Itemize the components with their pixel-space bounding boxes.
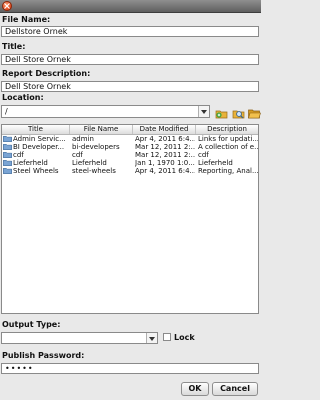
cell-date-modified: Jan 1, 1970 1:0... xyxy=(135,159,195,167)
cell-title: Lieferheld xyxy=(13,159,48,167)
location-value: / xyxy=(5,107,8,116)
cell-file-name: admin xyxy=(72,135,94,143)
cell-date-modified: Apr 4, 2011 6:4... xyxy=(135,135,195,143)
output-type-dropdown-arrow[interactable] xyxy=(146,333,157,343)
column-header-file-name[interactable]: File Name xyxy=(70,125,133,134)
column-header-title[interactable]: Title xyxy=(2,125,70,134)
search-folder-icon[interactable] xyxy=(232,107,245,120)
cell-description: A collection of e... xyxy=(198,143,258,151)
cell-title: cdf xyxy=(13,151,24,159)
column-header-date-modified[interactable]: Date Modified xyxy=(133,125,196,134)
cell-date-modified: Mar 12, 2011 2:... xyxy=(135,143,195,151)
report-description-field[interactable]: Dell Store Ornek xyxy=(1,81,259,92)
column-header-description[interactable]: Description xyxy=(196,125,258,134)
title-field[interactable]: Dell Store Ornek xyxy=(1,54,259,65)
location-combo[interactable]: / xyxy=(1,105,210,118)
add-folder-icon[interactable] xyxy=(215,107,228,120)
output-type-combo[interactable] xyxy=(1,332,158,344)
publish-password-field[interactable]: ••••• xyxy=(1,363,259,374)
close-button[interactable] xyxy=(2,1,12,11)
file-name-label: File Name: xyxy=(2,15,51,24)
chevron-down-icon xyxy=(201,110,207,114)
cell-description: cdf xyxy=(198,151,209,159)
cell-title: Admin Servic... xyxy=(13,135,66,143)
close-icon xyxy=(4,3,10,9)
cell-date-modified: Mar 12, 2011 2:... xyxy=(135,151,195,159)
cell-file-name: cdf xyxy=(72,151,83,159)
lock-checkbox[interactable] xyxy=(163,333,171,341)
cell-date-modified: Apr 4, 2011 6:4... xyxy=(135,167,195,175)
folder-icon xyxy=(3,160,12,166)
table-row[interactable]: BI Developer... bi-developers Mar 12, 20… xyxy=(2,143,258,151)
folder-icon xyxy=(3,168,12,174)
title-label: Title: xyxy=(2,42,26,51)
table-row[interactable]: Steel Wheels steel-wheels Apr 4, 2011 6:… xyxy=(2,167,258,175)
publish-password-label: Publish Password: xyxy=(2,351,85,360)
cell-description: Links for updati... xyxy=(198,135,258,143)
cell-description: Reporting, Anal... xyxy=(198,167,258,175)
chevron-down-icon xyxy=(149,337,155,341)
lock-label: Lock xyxy=(174,333,195,342)
open-folder-icon[interactable] xyxy=(248,107,261,120)
output-type-label: Output Type: xyxy=(2,320,61,329)
cell-title: BI Developer... xyxy=(13,143,65,151)
cell-description: Lieferheld xyxy=(198,159,233,167)
table-row[interactable]: cdf cdf Mar 12, 2011 2:... cdf xyxy=(2,151,258,159)
cell-title: Steel Wheels xyxy=(13,167,59,175)
cancel-button[interactable]: Cancel xyxy=(212,382,258,396)
table-header: Title File Name Date Modified Descriptio… xyxy=(2,125,258,135)
folder-icon xyxy=(3,144,12,150)
cell-file-name: Lieferheld xyxy=(72,159,107,167)
location-label: Location: xyxy=(2,93,44,102)
folder-icon xyxy=(3,136,12,142)
file-name-field[interactable]: Dellstore Ornek xyxy=(1,26,259,37)
ok-button[interactable]: OK xyxy=(181,382,209,396)
table-row[interactable]: Admin Servic... admin Apr 4, 2011 6:4...… xyxy=(2,135,258,143)
cell-file-name: steel-wheels xyxy=(72,167,116,175)
file-table: Title File Name Date Modified Descriptio… xyxy=(1,124,259,314)
location-dropdown-arrow[interactable] xyxy=(198,106,209,117)
report-description-label: Report Description: xyxy=(2,69,91,78)
folder-icon xyxy=(3,152,12,158)
table-row[interactable]: Lieferheld Lieferheld Jan 1, 1970 1:0...… xyxy=(2,159,258,167)
window-titlebar xyxy=(0,0,261,13)
cell-file-name: bi-developers xyxy=(72,143,120,151)
